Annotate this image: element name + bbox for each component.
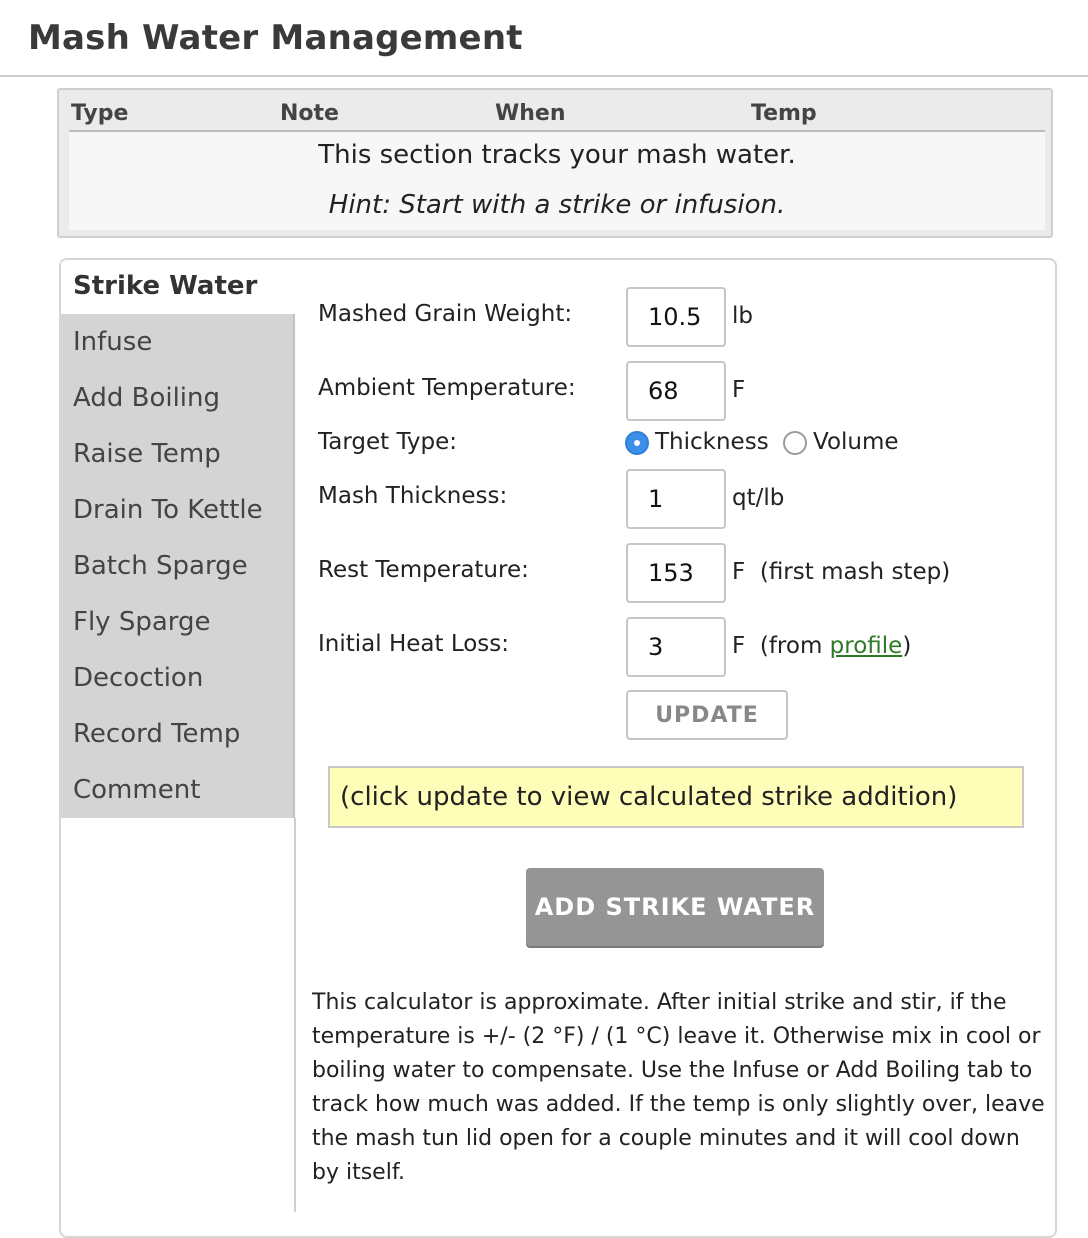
tab-drain-to-kettle[interactable]: Drain To Kettle (61, 482, 293, 538)
thickness-radio[interactable] (625, 431, 649, 455)
tab-add-boiling[interactable]: Add Boiling (61, 370, 293, 426)
mash-thickness-label: Mash Thickness: (318, 483, 508, 509)
tab-fly-sparge[interactable]: Fly Sparge (61, 594, 293, 650)
heat-loss-unit-prefix: F (from (732, 633, 830, 659)
volume-radio[interactable] (783, 431, 807, 455)
mash-thickness-unit: qt/lb (732, 485, 785, 511)
tab-batch-sparge[interactable]: Batch Sparge (61, 538, 293, 594)
mash-log-table: Type Note When Temp This section tracks … (57, 88, 1053, 238)
rest-temp-input[interactable] (626, 543, 726, 603)
tab-comment[interactable]: Comment (61, 762, 293, 818)
page-title: Mash Water Management (28, 18, 523, 58)
tab-infuse[interactable]: Infuse (61, 314, 293, 370)
calculator-note: This calculator is approximate. After in… (312, 990, 1045, 1185)
heat-loss-unit-suffix: ) (902, 633, 912, 659)
rest-temp-label: Rest Temperature: (318, 557, 529, 583)
heat-loss-input[interactable] (626, 617, 726, 677)
tab-record-temp[interactable]: Record Temp (61, 706, 293, 762)
heat-loss-label: Initial Heat Loss: (318, 631, 510, 657)
log-table-header: Type Note When Temp (69, 100, 1045, 132)
empty-log-message: This section tracks your mash water. (318, 140, 796, 170)
grain-weight-unit: lb (732, 303, 753, 329)
strike-result-box: (click update to view calculated strike … (328, 766, 1024, 828)
log-hint: Hint: Start with a strike or infusion. (328, 190, 786, 220)
column-header-type: Type (71, 101, 129, 126)
profile-link[interactable]: profile (830, 633, 903, 659)
grain-weight-input[interactable] (626, 287, 726, 347)
column-header-note: Note (280, 101, 339, 126)
ambient-temp-unit: F (732, 377, 746, 403)
tab-content-divider (294, 818, 296, 1212)
ambient-temp-input[interactable] (626, 361, 726, 421)
heat-loss-unit: F (from profile) (732, 633, 911, 659)
title-divider (0, 75, 1088, 77)
rest-temp-unit: F (first mash step) (732, 559, 951, 585)
log-table-body: This section tracks your mash water. Hin… (69, 132, 1045, 230)
tab-raise-temp[interactable]: Raise Temp (61, 426, 293, 482)
add-strike-water-button[interactable]: ADD STRIKE WATER (526, 868, 824, 946)
column-header-when: When (495, 101, 566, 126)
update-button[interactable]: UPDATE (626, 690, 788, 740)
target-type-label: Target Type: (318, 429, 458, 455)
thickness-radio-label[interactable]: Thickness (655, 429, 769, 455)
tab-strike-water[interactable]: Strike Water (61, 262, 297, 314)
grain-weight-label: Mashed Grain Weight: (318, 301, 573, 327)
tab-decoction[interactable]: Decoction (61, 650, 293, 706)
volume-radio-label[interactable]: Volume (813, 429, 899, 455)
ambient-temp-label: Ambient Temperature: (318, 375, 576, 401)
mash-thickness-input[interactable] (626, 469, 726, 529)
column-header-temp: Temp (751, 101, 817, 126)
